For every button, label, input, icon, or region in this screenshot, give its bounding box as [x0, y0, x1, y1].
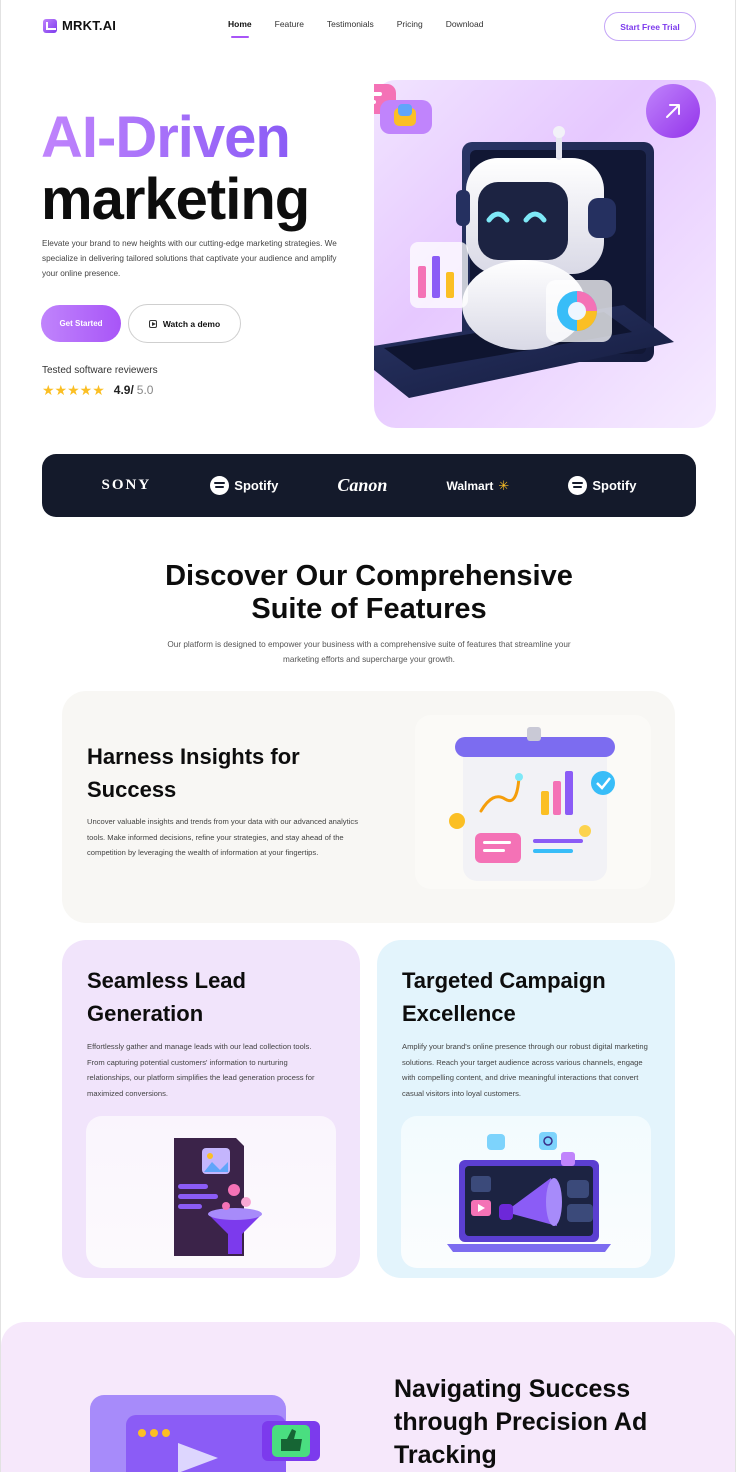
header: MRKT.AI Home Feature Testimonials Pricin… [1, 0, 735, 56]
features-description: Our platform is designed to empower your… [167, 640, 571, 664]
hero-title-accent: AI-Driven [41, 105, 291, 170]
analytics-board-icon [449, 727, 615, 881]
rating-row: ★★★★★ 4.9/5.0 [42, 381, 153, 399]
nav-download[interactable]: Download [446, 19, 484, 29]
features-title-line1: Discover Our Comprehensive [165, 560, 573, 592]
features-title-line2: Suite of Features [251, 593, 487, 625]
brand-sony-logo: SONY [101, 477, 152, 493]
walmart-spark-icon: ✳ [498, 477, 510, 493]
brand-walmart-label: Walmart [446, 478, 494, 493]
brand-canon-logo: Canon [337, 475, 388, 495]
nav-feature[interactable]: Feature [275, 19, 304, 29]
main-nav: Home Feature Testimonials Pricing Downlo… [228, 19, 507, 38]
watch-demo-label: Watch a demo [162, 318, 221, 329]
watch-demo-button[interactable]: Watch a demo [128, 304, 241, 343]
star-icons: ★★★★★ [42, 382, 105, 398]
ad-tracking-title: Navigating Success through Precision Ad … [394, 1373, 694, 1472]
nav-home[interactable]: Home [228, 19, 252, 38]
brand-walmart-logo: Walmart ✳ [447, 478, 510, 494]
features-title: Discover Our Comprehensive Suite of Feat… [1, 560, 735, 626]
insights-title-line2: Success [87, 777, 177, 802]
document-funnel-icon [174, 1138, 262, 1256]
arrow-up-right-button[interactable] [646, 84, 700, 138]
lead-text: Effortlessly gather and manage leads wit… [87, 1042, 315, 1098]
ad-tracking-illustration [86, 1395, 326, 1472]
lead-title-line1: Seamless Lead [87, 968, 246, 993]
nav-testimonials[interactable]: Testimonials [327, 19, 374, 29]
insights-title: Harness Insights for Success [87, 740, 300, 806]
brand-spotify-label: Spotify [234, 478, 279, 493]
campaign-title-line2: Excellence [402, 1001, 516, 1026]
start-free-trial-button[interactable]: Start Free Trial [604, 12, 696, 41]
play-icon [148, 319, 157, 328]
arrow-up-right-icon [666, 104, 680, 118]
ad-tracking-title-line3: Tracking [394, 1441, 497, 1469]
spotify-icon [210, 476, 230, 495]
lead-title: Seamless Lead Generation [87, 964, 246, 1030]
page: MRKT.AI Home Feature Testimonials Pricin… [0, 0, 736, 1472]
insights-text: Uncover valuable insights and trends fro… [87, 817, 358, 857]
insights-illustration [415, 715, 651, 889]
logo[interactable]: MRKT.AI [43, 18, 116, 33]
lead-title-line2: Generation [87, 1001, 204, 1026]
lead-illustration [86, 1116, 336, 1268]
chart-logo-icon [43, 18, 57, 33]
brand-logos-strip: SONY Spotify Canon Walmart ✳ Spotify [42, 454, 696, 517]
hero-description: Elevate your brand to new heights with o… [42, 239, 337, 278]
megaphone-laptop-icon [447, 1132, 611, 1252]
brand-spotify-label-2: Spotify [592, 478, 637, 493]
brand-spotify-logo-2: Spotify [568, 476, 636, 495]
ad-tracking-title-line1: Navigating Success [394, 1375, 631, 1403]
hero-title: marketing [41, 167, 310, 232]
ad-tracking-title-line2: through Precision Ad [394, 1408, 648, 1436]
spotify-icon [568, 476, 588, 495]
campaign-title-line1: Targeted Campaign [402, 968, 606, 993]
nav-pricing[interactable]: Pricing [397, 19, 423, 29]
rating-value: 4.9/ [113, 383, 134, 397]
campaign-illustration [401, 1116, 651, 1268]
campaign-title: Targeted Campaign Excellence [402, 964, 606, 1030]
get-started-button[interactable]: Get Started [41, 305, 121, 342]
insights-title-line1: Harness Insights for [87, 744, 300, 769]
campaign-text: Amplify your brand's online presence thr… [402, 1042, 648, 1098]
logo-text: MRKT.AI [62, 18, 117, 33]
rating-max: 5.0 [136, 383, 154, 397]
video-player-thumbs-up-icon [90, 1395, 320, 1472]
reviewers-label: Tested software reviewers [42, 365, 158, 376]
brand-spotify-logo: Spotify [210, 476, 278, 495]
